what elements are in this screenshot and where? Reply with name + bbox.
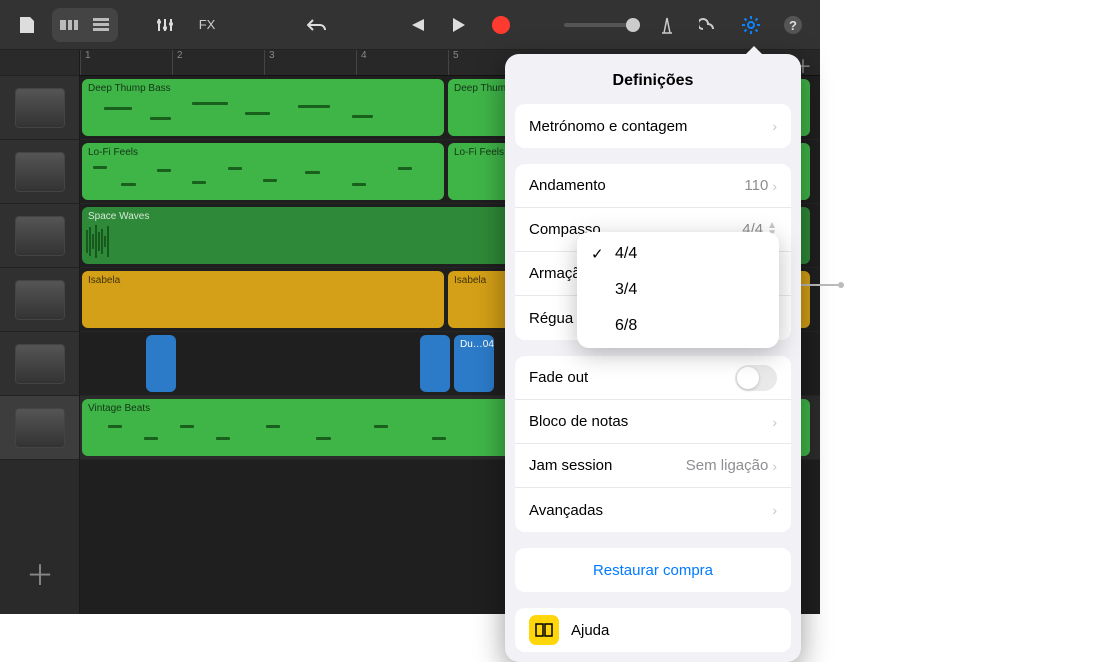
toolbar: FX ?	[0, 0, 820, 50]
help-row[interactable]: Ajuda	[515, 608, 791, 652]
settings-button[interactable]	[734, 8, 768, 42]
row-label: Ajuda	[571, 622, 609, 639]
region[interactable]: Du…04	[454, 335, 494, 392]
track-header-2[interactable]	[0, 140, 79, 204]
instrument-icon	[15, 280, 65, 320]
instrument-icon	[15, 152, 65, 192]
track-header-5[interactable]	[0, 332, 79, 396]
svg-text:?: ?	[789, 18, 797, 33]
region-label: Du…04	[460, 339, 488, 350]
chevron-right-icon: ›	[772, 178, 777, 194]
fx-button[interactable]: FX	[190, 8, 224, 42]
my-songs-button[interactable]	[10, 8, 44, 42]
jam-value: Sem ligação	[686, 457, 769, 474]
timesig-dropdown: 4/4 3/4 6/8	[577, 232, 779, 348]
undo-button[interactable]	[300, 8, 334, 42]
volume-thumb[interactable]	[626, 18, 640, 32]
advanced-row[interactable]: Avançadas ›	[515, 488, 791, 532]
play-button[interactable]	[442, 8, 476, 42]
loop-button[interactable]	[692, 8, 726, 42]
ruler-mark: 2	[172, 50, 183, 75]
chevron-right-icon: ›	[772, 458, 777, 474]
row-label: Metrónomo e contagem	[529, 118, 687, 135]
region-label: Lo-Fi Feels	[88, 147, 438, 158]
ruler-mark: 5	[448, 50, 459, 75]
region[interactable]: Lo-Fi Feels	[82, 143, 444, 200]
region[interactable]: Deep Thump Bass	[82, 79, 444, 136]
notepad-row[interactable]: Bloco de notas ›	[515, 400, 791, 444]
restore-purchase-button[interactable]: Restaurar compra	[515, 548, 791, 592]
track-controls-button[interactable]	[148, 8, 182, 42]
track-headers	[0, 50, 80, 614]
record-icon	[492, 16, 510, 34]
track-header-3[interactable]	[0, 204, 79, 268]
row-label: Avançadas	[529, 502, 603, 519]
rewind-button[interactable]	[400, 8, 434, 42]
chevron-right-icon: ›	[772, 118, 777, 134]
volume-slider[interactable]	[564, 23, 634, 27]
row-label: Jam session	[529, 457, 612, 474]
dropdown-option[interactable]: 3/4	[577, 272, 779, 308]
instrument-icon	[15, 344, 65, 384]
row-label: Restaurar compra	[593, 562, 713, 579]
dropdown-option[interactable]: 4/4	[577, 236, 779, 272]
popover-title: Definições	[515, 64, 791, 104]
instrument-icon	[15, 408, 65, 448]
settings-section: Metrónomo e contagem ›	[515, 104, 791, 148]
settings-popover: Definições Metrónomo e contagem › Andame…	[505, 54, 801, 662]
instrument-icon	[15, 88, 65, 128]
settings-section: Restaurar compra	[515, 548, 791, 592]
settings-section: Fade out Bloco de notas › Jam session Se…	[515, 356, 791, 532]
fadeout-toggle[interactable]	[735, 365, 777, 391]
row-label: Andamento	[529, 177, 606, 194]
record-button[interactable]	[484, 8, 518, 42]
jam-row[interactable]: Jam session Sem ligação›	[515, 444, 791, 488]
track-header-4[interactable]	[0, 268, 79, 332]
track-header-1[interactable]	[0, 76, 79, 140]
add-track-button[interactable]: ＋	[20, 554, 60, 594]
instrument-icon	[15, 216, 65, 256]
region[interactable]	[420, 335, 450, 392]
tempo-row[interactable]: Andamento 110›	[515, 164, 791, 208]
region[interactable]: Isabela	[82, 271, 444, 328]
row-label: Bloco de notas	[529, 413, 628, 430]
fadeout-row: Fade out	[515, 356, 791, 400]
ruler-mark: 4	[356, 50, 367, 75]
browser-view-icon[interactable]	[54, 10, 84, 40]
chevron-right-icon: ›	[772, 414, 777, 430]
tracks-view-icon[interactable]	[86, 10, 116, 40]
region-label: Deep Thump Bass	[88, 83, 438, 94]
region-label: Isabela	[88, 275, 438, 286]
help-button[interactable]: ?	[776, 8, 810, 42]
metronome-button[interactable]	[650, 8, 684, 42]
settings-section: Ajuda	[515, 608, 791, 652]
dropdown-option[interactable]: 6/8	[577, 308, 779, 344]
row-label: Fade out	[529, 369, 588, 386]
chevron-right-icon: ›	[772, 502, 777, 518]
ruler-mark: 3	[264, 50, 275, 75]
help-book-icon	[529, 615, 559, 645]
track-header-6[interactable]	[0, 396, 79, 460]
view-toggle[interactable]	[52, 8, 118, 42]
ruler-mark: 1	[80, 50, 91, 75]
tempo-value: 110	[744, 177, 768, 194]
metronome-row[interactable]: Metrónomo e contagem ›	[515, 104, 791, 148]
region[interactable]	[146, 335, 176, 392]
